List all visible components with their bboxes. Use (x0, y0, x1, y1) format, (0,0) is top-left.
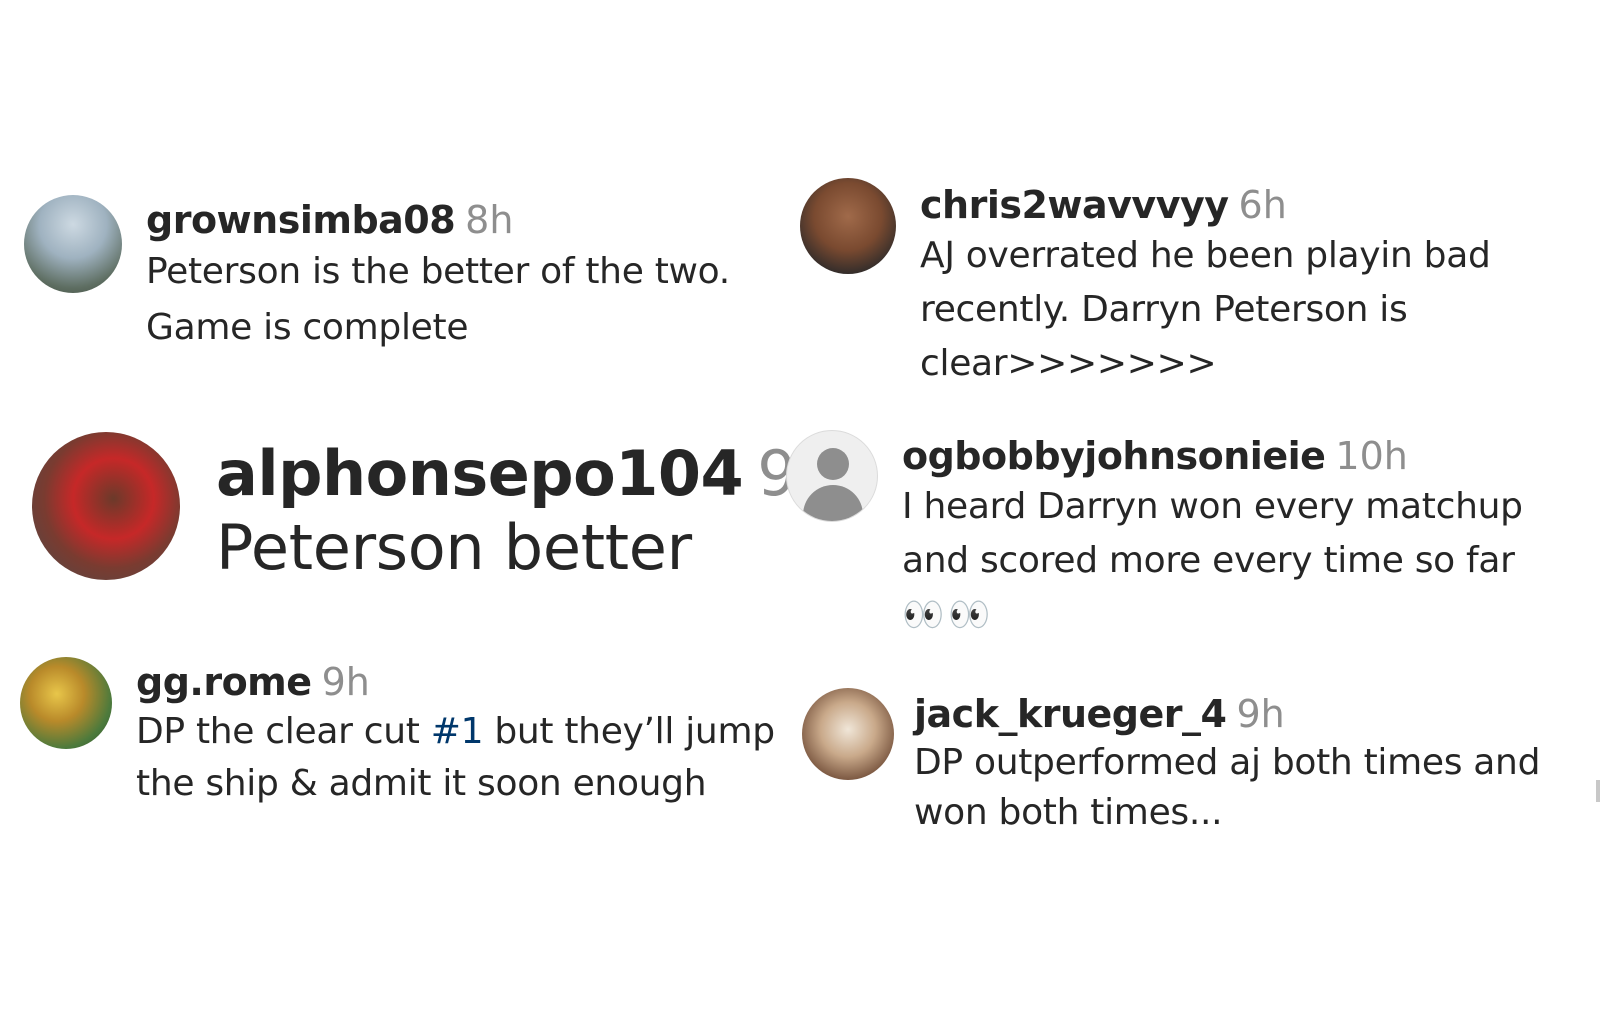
eyes-emoji: 👀👀 (902, 594, 995, 635)
avatar[interactable] (20, 657, 112, 749)
comment-header: alphonsepo1049h (216, 437, 836, 510)
timestamp[interactable]: 10h (1335, 434, 1407, 478)
comment-line: DP the clear cut #1 but they’ll jump (136, 706, 796, 758)
timestamp[interactable]: 9h (322, 660, 370, 704)
comment-content: grownsimba08 8h Peterson is the better of… (146, 198, 786, 356)
comment-line: won both times... (914, 791, 1223, 833)
comment-line: AJ overrated he been playin bad (920, 234, 1491, 276)
comment-line: DP outperformed aj both times and (914, 741, 1541, 783)
avatar[interactable] (802, 688, 894, 780)
username[interactable]: chris2wavvvyy (920, 183, 1229, 227)
username[interactable]: grownsimba08 (146, 198, 456, 242)
comment-header: gg.rome 9h (136, 660, 796, 704)
edge-divider (1596, 780, 1600, 802)
comment-line: the ship & admit it soon enough (136, 762, 707, 804)
username[interactable]: ogbobbyjohnsonieie (902, 434, 1326, 478)
comment-text-segment: DP the clear cut (136, 710, 431, 752)
comment-header: chris2wavvvyy 6h (920, 183, 1580, 227)
comment-line: Game is complete (146, 306, 469, 348)
comment-content: alphonsepo1049h Peterson better (216, 437, 836, 588)
comment-line: clear>>>>>>> (920, 342, 1217, 384)
comment-line: I heard Darryn won every matchup (902, 485, 1523, 527)
comment-text: Peterson is the better of the two. Game … (146, 244, 786, 356)
silhouette-head (817, 448, 849, 480)
comment-content: jack_krueger_4 9h DP outperformed aj both… (914, 692, 1594, 838)
comment-text: I heard Darryn won every matchup and sco… (902, 480, 1592, 642)
comment-content: gg.rome 9h DP the clear cut #1 but they’l… (136, 660, 796, 810)
comment-content: chris2wavvvyy 6h AJ overrated he been pla… (920, 183, 1580, 391)
comment-text-segment: but they’ll jump (483, 710, 775, 752)
avatar[interactable] (32, 432, 180, 580)
comment-text: AJ overrated he been playin bad recently… (920, 229, 1580, 391)
timestamp[interactable]: 6h (1239, 183, 1287, 227)
comment-text: Peterson better (216, 508, 796, 588)
username[interactable]: alphonsepo104 (216, 437, 744, 510)
comment-line: Peterson is the better of the two. (146, 250, 730, 292)
comment-line: and scored more every time so far (902, 539, 1515, 581)
comment-content: ogbobbyjohnsonieie 10h I heard Darryn won… (902, 434, 1592, 642)
comment-text: DP the clear cut #1 but they’ll jump the… (136, 706, 796, 810)
timestamp[interactable]: 9h (1236, 692, 1284, 736)
avatar[interactable] (24, 195, 122, 293)
silhouette-body (803, 485, 863, 521)
comment-header: grownsimba08 8h (146, 198, 786, 242)
comment-text: DP outperformed aj both times and won bo… (914, 738, 1594, 838)
timestamp[interactable]: 8h (465, 198, 513, 242)
hashtag-link[interactable]: #1 (431, 711, 484, 752)
default-profile-icon[interactable] (786, 430, 878, 522)
comment-line: Peterson better (216, 511, 692, 585)
username[interactable]: jack_krueger_4 (914, 692, 1227, 736)
username[interactable]: gg.rome (136, 660, 312, 704)
avatar[interactable] (800, 178, 896, 274)
comment-header: ogbobbyjohnsonieie 10h (902, 434, 1592, 478)
comment-line: recently. Darryn Peterson is (920, 288, 1408, 330)
comment-header: jack_krueger_4 9h (914, 692, 1594, 736)
